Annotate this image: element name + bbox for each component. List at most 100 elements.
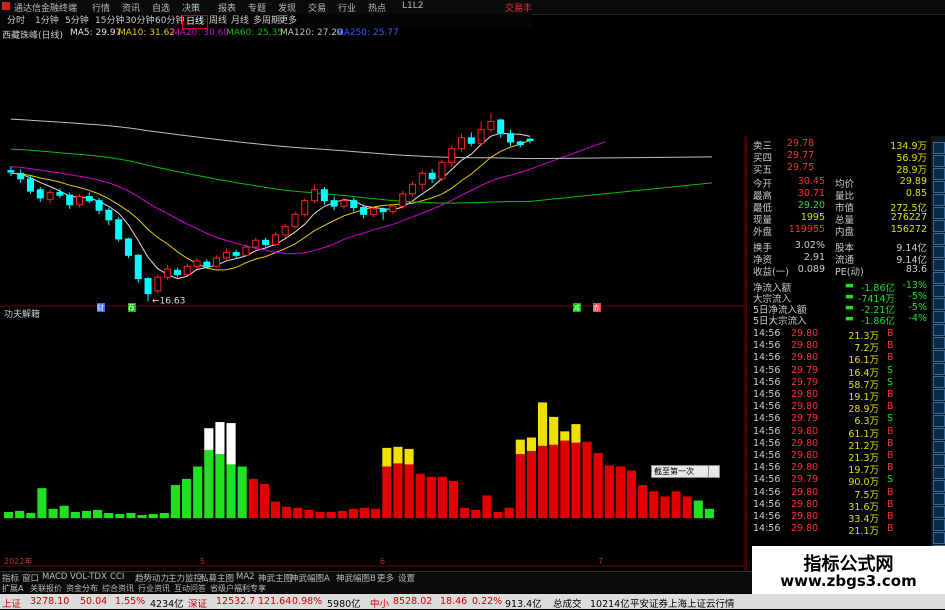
ask-row: 买五 29.75 28.9万 — [747, 162, 932, 176]
toolbar-tool-icon[interactable] — [933, 220, 945, 232]
stat-row: 最高 30.71 量比 0.85 — [747, 188, 932, 202]
toolbar-tool-icon[interactable] — [933, 428, 945, 440]
toolbar-tool-icon[interactable] — [933, 181, 945, 193]
menu-topics[interactable]: 专题 — [248, 1, 266, 14]
sz-amount: 5980亿 — [327, 599, 361, 610]
toolbar-tool-icon[interactable] — [933, 246, 945, 258]
info-tab[interactable]: 互动问答 — [174, 583, 206, 594]
tick-side: B — [887, 437, 894, 449]
toolbar-tool-icon[interactable] — [933, 155, 945, 167]
toolbar-tool-icon[interactable] — [933, 376, 945, 388]
tick-time: 14:56 — [753, 389, 781, 400]
period-tab[interactable]: 1分钟 — [32, 15, 62, 27]
sh-label[interactable]: 上证 — [2, 596, 21, 610]
volume-bar-top — [204, 428, 214, 450]
period-tab[interactable]: 月线 — [228, 15, 252, 27]
period-tab[interactable]: 周线 — [206, 15, 230, 27]
toolbar-tool-icon[interactable] — [933, 480, 945, 492]
menu-news[interactable]: 资讯 — [122, 1, 140, 14]
toolbar-tool-icon[interactable] — [933, 532, 945, 544]
toolbar-tool-icon[interactable] — [933, 441, 945, 453]
info-tab[interactable]: 省级户福利专享 — [210, 583, 266, 594]
tooltip-close-icon[interactable] — [708, 465, 720, 478]
toolbar-tool-icon[interactable] — [933, 467, 945, 479]
toolbar-tool-icon[interactable] — [933, 194, 945, 206]
toolbar-tool-icon[interactable] — [933, 233, 945, 245]
menu-trade[interactable]: 交易 — [308, 1, 326, 14]
candle-body — [458, 137, 466, 150]
menu-discover[interactable]: 发现 — [278, 1, 296, 14]
toolbar-tool-icon[interactable] — [933, 389, 945, 401]
sz-pct: 0.98% — [292, 596, 323, 607]
toolbar-tool-icon[interactable] — [933, 142, 945, 154]
fin-label: PE(动) — [835, 267, 864, 278]
menu-trade-right[interactable]: 交易丰 — [505, 1, 532, 14]
indicator-tab[interactable]: CCI — [110, 572, 124, 582]
volume-bar — [393, 463, 403, 519]
period-tab[interactable]: 分时 — [4, 15, 28, 27]
info-tab[interactable]: 扩展A — [2, 583, 23, 594]
toolbar-tool-icon[interactable] — [933, 350, 945, 362]
volume-bar-top — [560, 431, 570, 441]
volume-bar — [37, 488, 47, 519]
period-tab[interactable]: 5分钟 — [62, 15, 92, 27]
toolbar-tool-icon[interactable] — [933, 519, 945, 531]
toolbar-tool-icon[interactable] — [933, 298, 945, 310]
indicator-tab[interactable]: VOL-TDX — [70, 572, 107, 582]
info-tab[interactable]: 综合资讯 — [102, 583, 134, 594]
candle-body — [46, 191, 54, 200]
ma120-label: MA120: 27.20 — [280, 28, 343, 38]
sh-amount: 4234亿 — [150, 599, 184, 610]
title-bar: 通达信金融终端 行情 资讯 自选 决策 报表 专题 发现 交易 行业 热点 L1… — [0, 0, 945, 15]
tick-side: S — [887, 364, 894, 376]
toolbar-tool-icon[interactable] — [933, 337, 945, 349]
menu-hot[interactable]: 热点 — [368, 1, 386, 14]
info-tab[interactable]: 关联报价 — [30, 583, 62, 594]
menu-decision[interactable]: 决策 — [182, 1, 200, 14]
toolbar-tool-icon[interactable] — [933, 324, 945, 336]
info-tab[interactable]: 行业资讯 — [138, 583, 170, 594]
toolbar-tool-icon[interactable] — [933, 168, 945, 180]
candle-body — [399, 193, 407, 207]
toolbar-tool-icon[interactable] — [933, 415, 945, 427]
indicator-tooltip[interactable]: 截至第一次 — [651, 465, 709, 478]
candle-body — [222, 252, 230, 259]
volume-bar — [538, 445, 548, 519]
toolbar-tool-icon[interactable] — [933, 311, 945, 323]
toolbar-tool-icon[interactable] — [933, 402, 945, 414]
period-tab-selected[interactable]: 日线 — [182, 15, 209, 29]
toolbar-tool-icon[interactable] — [933, 207, 945, 219]
menu-l1l2[interactable]: L1L2 — [402, 1, 423, 11]
toolbar-tool-icon[interactable] — [933, 454, 945, 466]
date-label: 6 — [380, 557, 385, 566]
menu-watchlist[interactable]: 自选 — [152, 1, 170, 14]
candle-body — [271, 234, 279, 245]
tick-price: 29.79 — [791, 474, 819, 486]
tick-side: B — [887, 450, 894, 461]
indicator-tab[interactable]: MA2 — [236, 572, 255, 582]
toolbar-tool-icon[interactable] — [933, 285, 945, 297]
zx-value: 8528.02 — [393, 596, 433, 607]
menu-quotes[interactable]: 行情 — [92, 1, 110, 14]
toolbar-tool-icon[interactable] — [933, 506, 945, 518]
volume-bar — [693, 500, 703, 519]
indicator-tab[interactable]: MACD — [42, 572, 67, 582]
sz-label[interactable]: 深证 — [188, 596, 207, 610]
tick-price: 29.80 — [791, 462, 819, 474]
tick-row: 14:56 29.80 28.9万 B — [747, 401, 932, 415]
main-chart[interactable]: 28.0026.0024.0022.0020.0018.00 220002000… — [0, 40, 780, 570]
candle-body — [281, 226, 289, 236]
volume-bar — [237, 466, 247, 519]
ask-price: 29.75 — [787, 162, 815, 173]
zx-label[interactable]: 中小 — [370, 596, 389, 610]
toolbar-tool-icon[interactable] — [933, 259, 945, 271]
toolbar-tool-icon[interactable] — [933, 272, 945, 284]
menu-industry[interactable]: 行业 — [338, 1, 356, 14]
tick-time: 14:56 — [753, 376, 781, 388]
tick-time: 14:56 — [753, 462, 781, 474]
period-tab[interactable]: 更多 — [276, 15, 300, 27]
toolbar-tool-icon[interactable] — [933, 363, 945, 375]
toolbar-tool-icon[interactable] — [933, 493, 945, 505]
menu-reports[interactable]: 报表 — [218, 1, 236, 14]
info-tab[interactable]: 资金分布 — [66, 583, 98, 594]
